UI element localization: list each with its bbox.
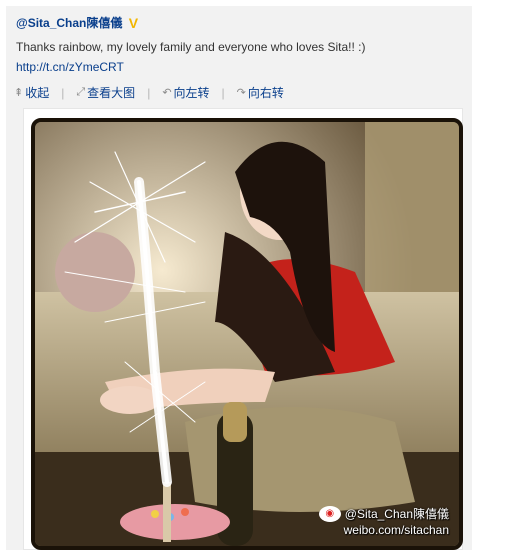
collapse-label: 收起 <box>25 86 50 100</box>
image-action-bar: ⇞ 收起 | ⤢ 查看大图 | ↶ 向左转 | ↷ 向右转 <box>14 84 284 101</box>
divider: | <box>61 85 65 100</box>
divider: | <box>147 85 151 100</box>
view-large-button[interactable]: ⤢ 查看大图 <box>76 84 135 101</box>
image-container: ◉ @Sita_Chan陳僖儀 weibo.com/sitachan <box>23 108 463 550</box>
view-large-label: 查看大图 <box>87 86 136 100</box>
collapse-button[interactable]: ⇞ 收起 <box>14 84 49 101</box>
rotate-right-button[interactable]: ↷ 向右转 <box>237 84 284 101</box>
rotate-right-label: 向右转 <box>247 86 284 100</box>
rotate-left-icon: ↶ <box>162 87 172 99</box>
post-text: Thanks rainbow, my lovely family and eve… <box>16 40 366 54</box>
verified-badge-icon: V <box>128 15 139 31</box>
watermark-site: weibo.com/sitachan <box>343 523 449 537</box>
short-url-link[interactable]: http://t.cn/zYmeCRT <box>16 60 124 74</box>
collapse-up-icon: ⇞ <box>14 87 24 99</box>
divider: | <box>221 85 225 100</box>
weibo-watermark: ◉ @Sita_Chan陳僖儀 weibo.com/sitachan <box>318 506 449 538</box>
view-large-icon: ⤢ <box>76 86 86 98</box>
watermark-handle: @Sita_Chan陳僖儀 <box>344 507 449 521</box>
post-header: @Sita_Chan陳僖儀 V <box>16 14 143 31</box>
post-photo[interactable]: ◉ @Sita_Chan陳僖儀 weibo.com/sitachan <box>31 118 463 550</box>
photo-illustration <box>35 122 459 546</box>
weibo-post-card: @Sita_Chan陳僖儀 V Thanks rainbow, my lovel… <box>6 6 472 550</box>
username-link[interactable]: @Sita_Chan陳僖儀 <box>16 16 122 30</box>
weibo-logo-icon: ◉ <box>318 506 341 522</box>
rotate-left-button[interactable]: ↶ 向左转 <box>162 84 209 101</box>
rotate-right-icon: ↷ <box>236 87 246 99</box>
rotate-left-label: 向左转 <box>173 86 210 100</box>
